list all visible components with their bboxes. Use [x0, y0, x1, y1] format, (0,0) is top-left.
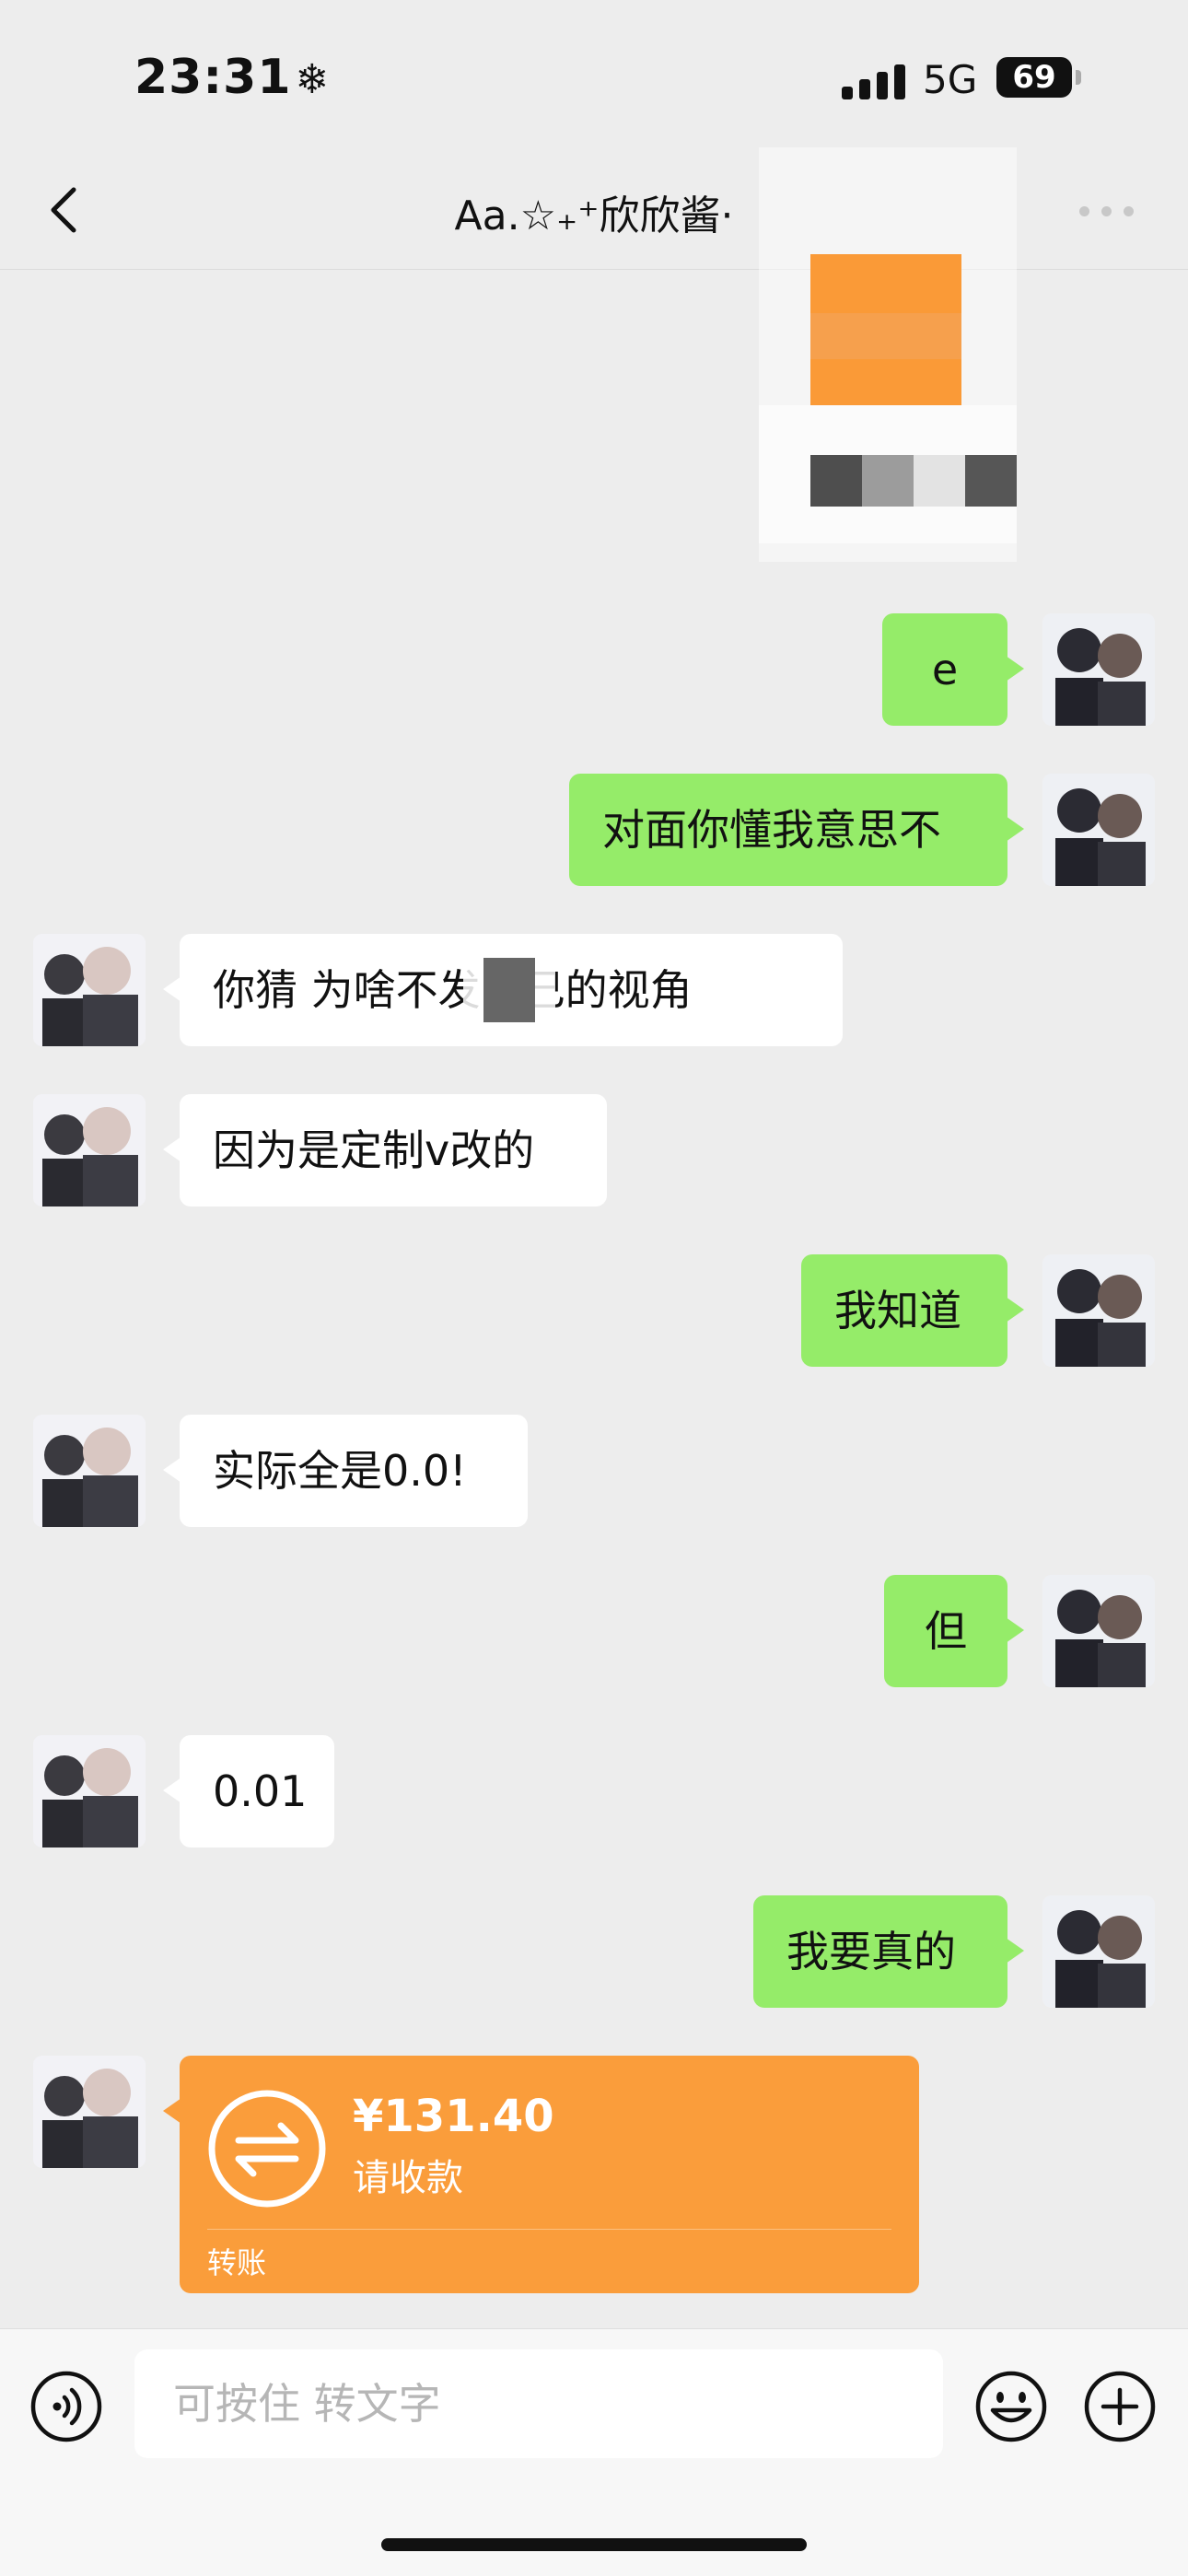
- message-bubble-outgoing[interactable]: 我知道: [801, 1254, 1024, 1367]
- network-label: 5G: [923, 57, 978, 102]
- transfer-card[interactable]: ¥131.40 请收款 转账: [163, 2056, 919, 2293]
- blurred-image-message[interactable]: [759, 147, 1017, 562]
- battery-tip: [1076, 70, 1081, 85]
- message-bubble-incoming[interactable]: 你猜 为啥不发自己的视角: [163, 934, 843, 1046]
- transfer-label: 转账: [207, 2245, 267, 2280]
- time-text: 23:31: [134, 50, 292, 105]
- message-bubble-outgoing[interactable]: 但: [884, 1575, 1024, 1687]
- transfer-divider: [207, 2229, 891, 2230]
- message-bubble-incoming[interactable]: 因为是定制v改的: [163, 1094, 607, 1206]
- contact-avatar[interactable]: [33, 1735, 146, 1847]
- message-bubble-outgoing[interactable]: e: [882, 613, 1024, 726]
- more-icon[interactable]: [1079, 201, 1135, 219]
- message-bubble-incoming[interactable]: 实际全是0.0!: [163, 1415, 528, 1527]
- my-avatar[interactable]: [1042, 1575, 1155, 1687]
- voice-icon[interactable]: [29, 2370, 103, 2443]
- emoji-icon[interactable]: [974, 2370, 1048, 2443]
- chevron-left-icon[interactable]: [44, 184, 85, 236]
- message-input[interactable]: 可按住 转文字: [134, 2349, 943, 2458]
- status-bar: 23:31❄ 5G 69: [0, 0, 1188, 147]
- signal-icon: [842, 64, 906, 99]
- my-avatar[interactable]: [1042, 774, 1155, 886]
- transfer-arrows-icon: [208, 2090, 326, 2208]
- message-bubble-incoming[interactable]: 0.01: [163, 1735, 334, 1847]
- snowflake-icon: ❄: [295, 56, 331, 103]
- transfer-status: 请收款: [353, 2157, 463, 2199]
- my-avatar[interactable]: [1042, 613, 1155, 726]
- contact-avatar[interactable]: [33, 1094, 146, 1206]
- my-avatar[interactable]: [1042, 1895, 1155, 2008]
- message-bubble-outgoing[interactable]: 我要真的: [753, 1895, 1024, 2008]
- plus-icon[interactable]: [1083, 2370, 1157, 2443]
- home-indicator[interactable]: [381, 2538, 807, 2551]
- contact-avatar[interactable]: [33, 934, 146, 1046]
- battery-level: 69: [1012, 59, 1056, 96]
- redacted-region: [483, 958, 535, 1022]
- contact-avatar[interactable]: [33, 1415, 146, 1527]
- contact-avatar[interactable]: [33, 2056, 146, 2168]
- message-text: 你猜 为啥不发自己的视角: [213, 965, 693, 1015]
- status-time: 23:31❄: [134, 50, 330, 105]
- message-bubble-outgoing[interactable]: 对面你懂我意思不: [569, 774, 1024, 886]
- my-avatar[interactable]: [1042, 1254, 1155, 1367]
- transfer-amount: ¥131.40: [353, 2091, 554, 2142]
